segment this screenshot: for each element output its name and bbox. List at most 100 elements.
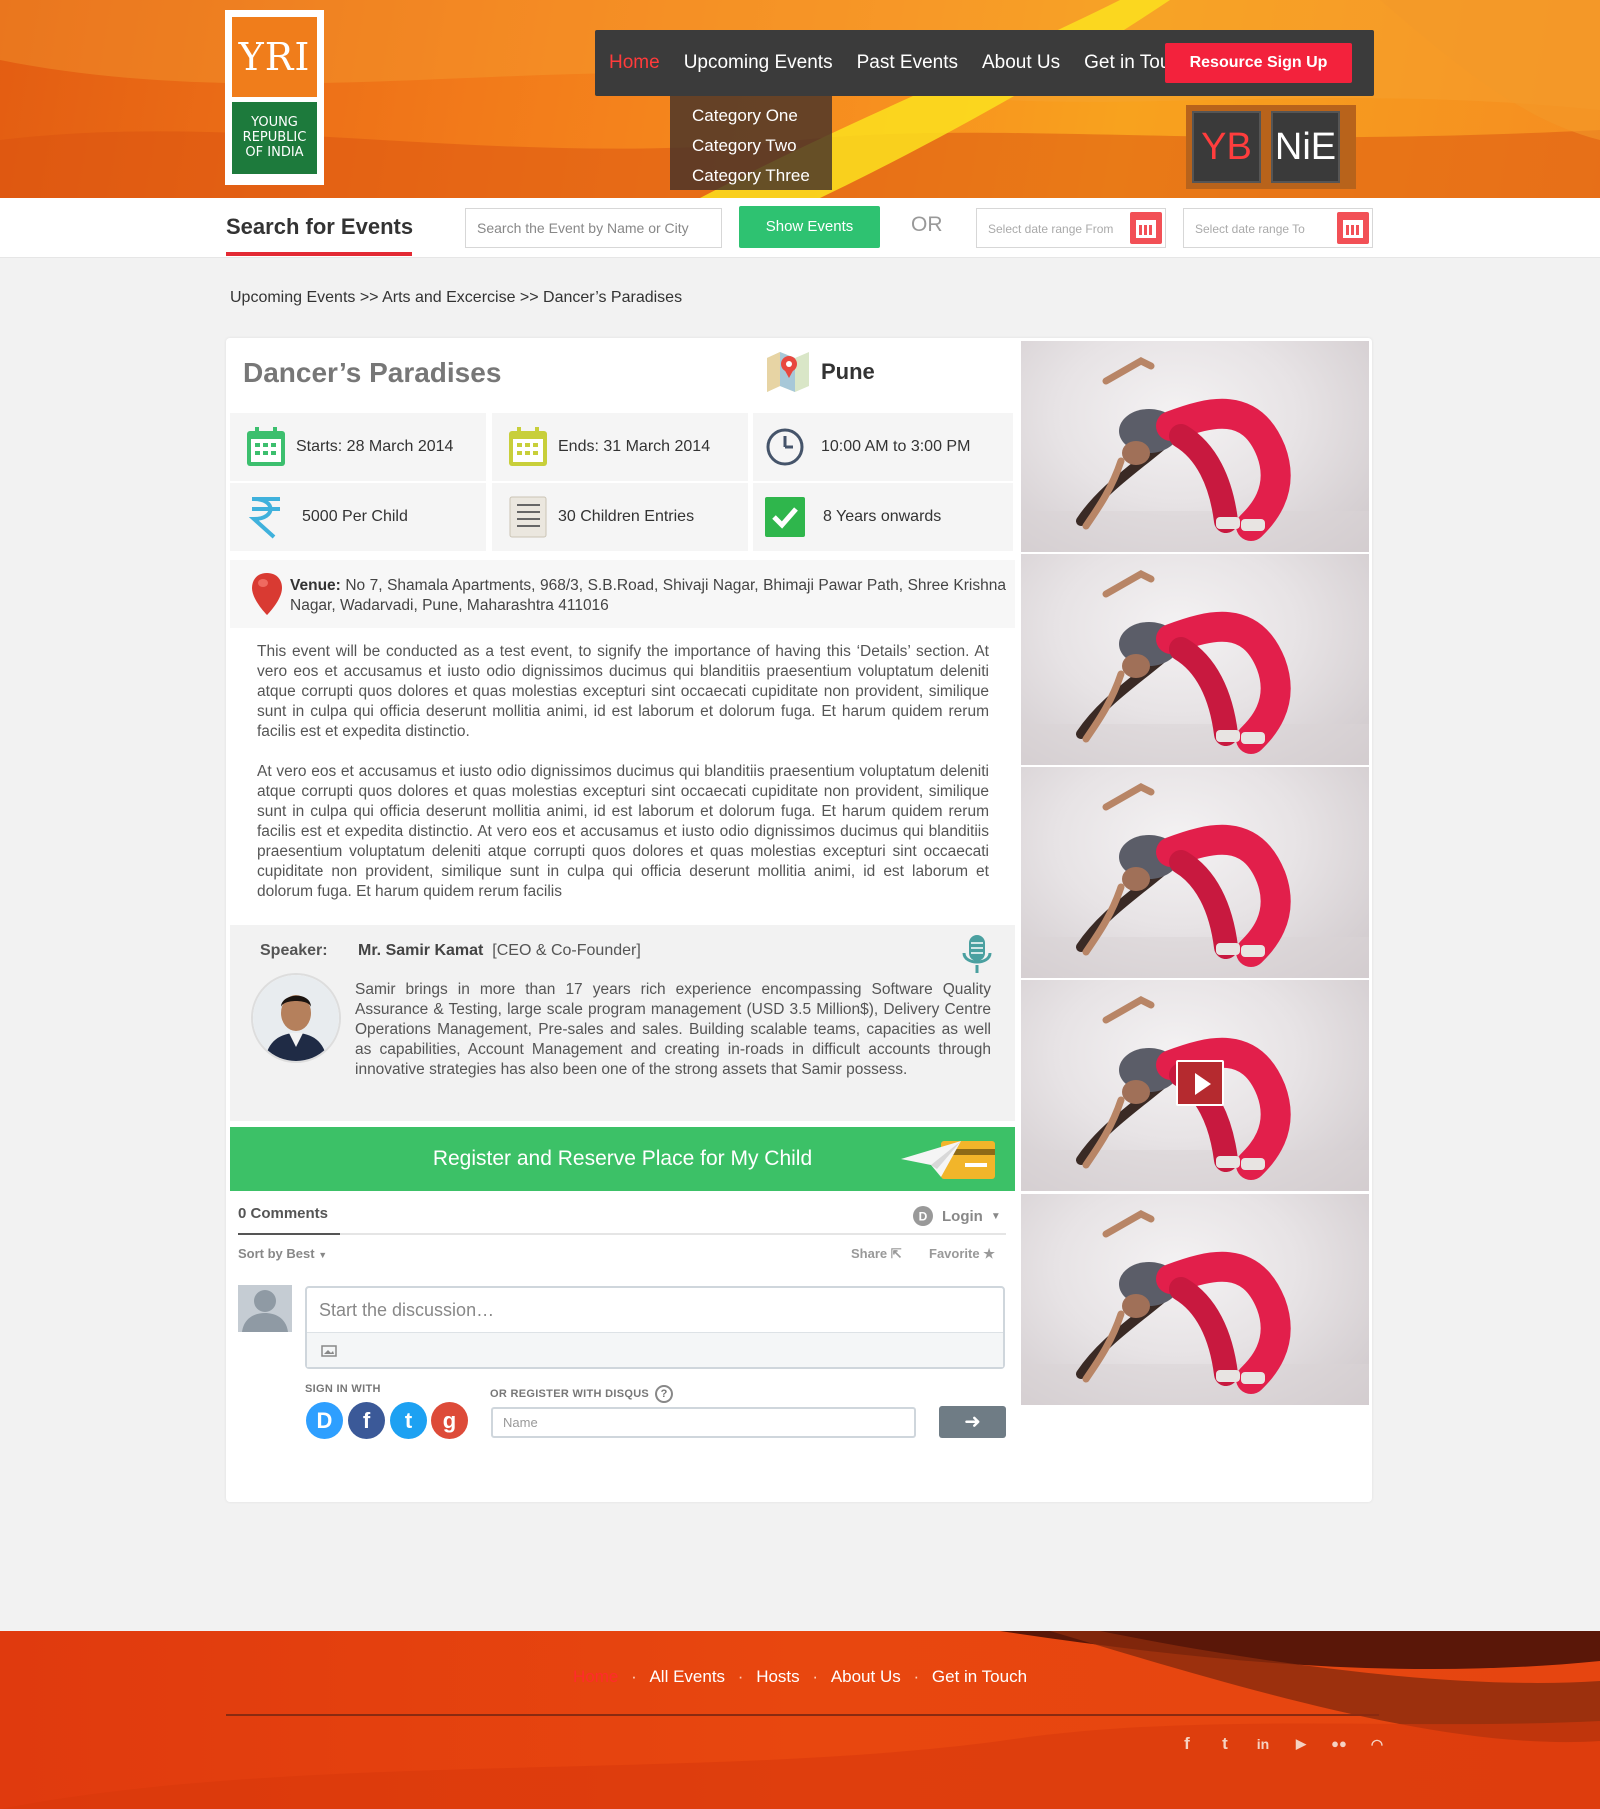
submit-arrow-button[interactable]: ➜ — [939, 1406, 1006, 1438]
flickr-icon[interactable]: ●● — [1328, 1733, 1350, 1755]
site-header: YRI YOUNG REPUBLIC OF INDIA Home Upcomin… — [0, 0, 1600, 198]
footer-waves — [0, 1631, 1600, 1809]
logo-tagline: YOUNG REPUBLIC OF INDIA — [232, 102, 317, 174]
dancer-illustration — [1021, 357, 1369, 552]
twitter-signin-icon[interactable]: t — [390, 1402, 427, 1439]
event-time: 10:00 AM to 3:00 PM — [753, 413, 1013, 481]
logo-tagline-line: REPUBLIC — [242, 130, 307, 145]
register-with-text: OR REGISTER WITH DISQUS — [490, 1388, 650, 1400]
facebook-signin-icon[interactable]: f — [348, 1402, 385, 1439]
comments-divider — [238, 1233, 1006, 1235]
nav-about-us[interactable]: About Us — [982, 52, 1060, 74]
share-label: Share — [851, 1246, 888, 1261]
image-upload-icon[interactable] — [321, 1345, 337, 1357]
event-title: Dancer’s Paradises — [243, 357, 502, 388]
footer-separator: · — [737, 1667, 744, 1686]
comment-textarea[interactable]: Start the discussion… — [305, 1286, 1005, 1369]
paper-plane-card-icon — [901, 1141, 995, 1179]
main-nav: Home Upcoming Events Past Events About U… — [595, 30, 1374, 96]
yri-logo[interactable]: YRI YOUNG REPUBLIC OF INDIA — [225, 10, 324, 185]
footer-hosts[interactable]: Hosts — [756, 1667, 799, 1686]
search-title: Search for Events — [226, 214, 414, 239]
youtube-icon[interactable]: ▶ — [1290, 1733, 1312, 1755]
speaker-bio: Samir brings in more than 17 years rich … — [355, 981, 991, 1078]
disqus-signin-icon[interactable]: D — [306, 1402, 343, 1439]
map-icon — [767, 352, 809, 392]
event-venue: Venue: No 7, Shamala Apartments, 968/3, … — [230, 560, 1015, 628]
city-name: Pune — [821, 359, 875, 384]
dropdown-item-category-two[interactable]: Category Two — [692, 131, 832, 161]
event-price: 5000 Per Child — [230, 483, 486, 551]
facebook-icon[interactable]: f — [1176, 1733, 1198, 1755]
dancer-illustration — [1021, 570, 1369, 765]
show-events-button[interactable]: Show Events — [739, 206, 880, 248]
start-date-text: Starts: 28 March 2014 — [296, 438, 454, 455]
footer-social-icons: f t in ▶ ●● ◠ — [1176, 1733, 1388, 1755]
event-description-2: At vero eos et accusamus et iusto odio d… — [257, 763, 989, 900]
rss-icon[interactable]: ◠ — [1366, 1733, 1388, 1755]
play-icon[interactable] — [1176, 1060, 1224, 1106]
twitter-icon[interactable]: t — [1214, 1733, 1236, 1755]
event-age: 8 Years onwards — [753, 483, 1013, 551]
footer-divider — [226, 1714, 1379, 1716]
comment-toolbar — [307, 1332, 1003, 1367]
speaker-avatar — [251, 973, 341, 1063]
footer-separator: · — [631, 1667, 637, 1686]
search-title-underline — [226, 252, 412, 256]
register-button-label: Register and Reserve Place for My Child — [432, 1147, 813, 1170]
date-to-field[interactable]: Select date range To — [1183, 208, 1373, 248]
speaker-photo — [253, 975, 339, 1061]
login-label: Login — [942, 1207, 983, 1225]
arrow-right-icon: ➜ — [964, 1411, 981, 1433]
event-description-1: This event will be conducted as a test e… — [257, 643, 989, 740]
footer-about-us[interactable]: About Us — [831, 1667, 901, 1686]
footer-home[interactable]: Home — [573, 1667, 618, 1686]
user-avatar — [238, 1285, 292, 1332]
name-input[interactable]: Name — [491, 1407, 916, 1438]
upcoming-events-dropdown: Category One Category Two Category Three — [670, 96, 832, 190]
svg-text:D: D — [919, 1210, 928, 1224]
share-button[interactable]: Share ⇱ — [851, 1246, 902, 1262]
breadcrumb[interactable]: Upcoming Events >> Arts and Excercise >>… — [230, 289, 682, 307]
help-icon[interactable]: ? — [655, 1385, 674, 1403]
clock-icon — [766, 428, 804, 466]
date-from-field[interactable]: Select date range From — [976, 208, 1166, 248]
disqus-login[interactable]: D Login ▼ — [912, 1205, 1001, 1227]
resource-signup-button[interactable]: Resource Sign Up — [1165, 43, 1352, 83]
event-photo[interactable] — [1021, 554, 1369, 765]
event-photo[interactable] — [1021, 341, 1369, 552]
footer-all-events[interactable]: All Events — [649, 1667, 725, 1686]
comments-count[interactable]: 0 Comments — [238, 1205, 328, 1222]
nav-past-events[interactable]: Past Events — [857, 52, 958, 74]
calendar-icon — [247, 427, 285, 466]
search-input[interactable]: Search the Event by Name or City — [465, 208, 722, 248]
favorite-button[interactable]: Favorite ★ — [929, 1246, 995, 1262]
yb-logo[interactable]: YB — [1192, 111, 1261, 183]
event-photo[interactable] — [1021, 1194, 1369, 1405]
calendar-icon[interactable] — [1337, 212, 1369, 244]
sort-dropdown[interactable]: Sort by Best ▼ — [238, 1246, 327, 1261]
dropdown-item-category-one[interactable]: Category One — [692, 101, 832, 131]
register-button[interactable]: Register and Reserve Place for My Child — [230, 1127, 1015, 1191]
date-from-placeholder: Select date range From — [988, 222, 1114, 236]
footer-separator: · — [913, 1667, 920, 1686]
chevron-down-icon: ▼ — [990, 1210, 1001, 1222]
linkedin-icon[interactable]: in — [1252, 1733, 1274, 1755]
nav-home[interactable]: Home — [609, 52, 660, 74]
age-text: 8 Years onwards — [823, 508, 942, 525]
sort-label: Sort by Best — [238, 1246, 315, 1261]
event-photo[interactable] — [1021, 767, 1369, 978]
google-signin-icon[interactable]: g — [431, 1402, 468, 1439]
dancer-illustration — [1021, 783, 1369, 978]
end-date-text: Ends: 31 March 2014 — [558, 438, 711, 455]
event-video-thumbnail[interactable] — [1021, 980, 1369, 1191]
footer-get-in-touch[interactable]: Get in Touch — [932, 1667, 1027, 1686]
dropdown-item-category-three[interactable]: Category Three — [692, 161, 832, 191]
calendar-icon[interactable] — [1130, 212, 1162, 244]
dancer-illustration — [1021, 1210, 1369, 1405]
chevron-down-icon: ▼ — [318, 1250, 328, 1260]
logo-tagline-line: OF INDIA — [245, 145, 304, 160]
venue-text: Venue: No 7, Shamala Apartments, 968/3, … — [290, 576, 1006, 616]
nie-logo[interactable]: NiE — [1271, 111, 1340, 183]
nav-upcoming-events[interactable]: Upcoming Events — [684, 52, 833, 74]
